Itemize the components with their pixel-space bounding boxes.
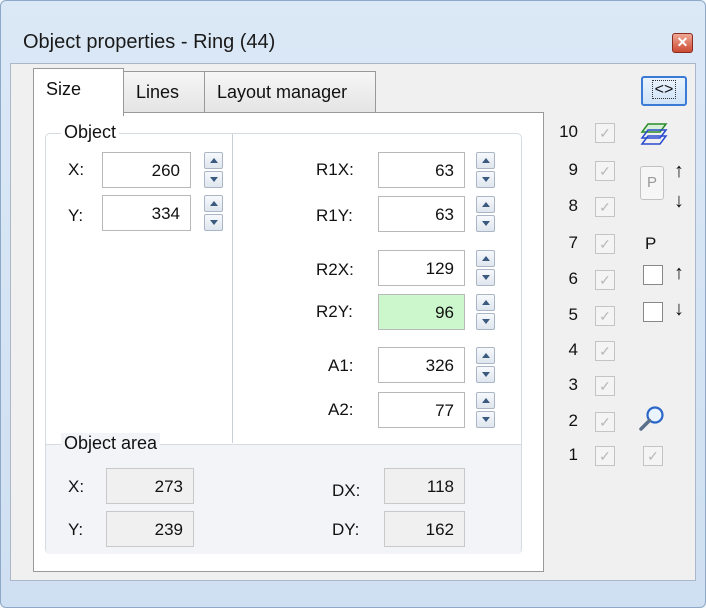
layer-number: 1 (568, 445, 578, 464)
y-spin-up[interactable] (204, 195, 223, 212)
x-input[interactable]: 260 (102, 152, 191, 188)
window-title: Object properties - Ring (44) (23, 31, 276, 53)
x-spinner[interactable] (204, 152, 223, 188)
layer-checkbox-7[interactable]: ✓ (595, 234, 615, 254)
r2y-input[interactable]: 96 (378, 294, 465, 330)
divider (10, 580, 696, 581)
tab-lines-label: Lines (136, 82, 180, 102)
y-label: Y: (68, 206, 84, 225)
layer-checkbox-10[interactable]: ✓ (595, 123, 615, 143)
layer-number: 4 (568, 340, 578, 359)
r1y-spin-up[interactable] (476, 196, 495, 213)
arrow-up-icon: ↑ (674, 262, 684, 284)
p-label: P (645, 234, 657, 253)
r2y-spinner[interactable] (476, 294, 495, 330)
r2x-spin-up[interactable] (476, 250, 495, 267)
tab-layout-manager[interactable]: Layout manager (204, 71, 376, 113)
group-divider (232, 134, 233, 443)
area-x-label: X: (68, 477, 85, 496)
r1x-spin-up[interactable] (476, 152, 495, 169)
arrow-up-icon: ↑ (674, 160, 684, 182)
r1y-spin-down[interactable] (476, 215, 495, 232)
layer-number: 6 (568, 269, 578, 288)
a1-spin-down[interactable] (476, 366, 495, 383)
a1-spin-up[interactable] (476, 347, 495, 364)
layers-icon[interactable] (640, 121, 668, 147)
layer-checkbox-5[interactable]: ✓ (595, 306, 615, 326)
move-up-checkbox[interactable]: ✓ (643, 265, 663, 285)
a1-spinner[interactable] (476, 347, 495, 383)
close-icon: ✕ (676, 34, 689, 50)
close-button[interactable]: ✕ (672, 33, 693, 53)
arrow-down-icon: ↓ (674, 298, 684, 320)
layer-number: 5 (568, 305, 578, 324)
r1x-spinner[interactable] (476, 152, 495, 188)
a1-label: A1: (328, 356, 354, 375)
object-area-legend: Object area (61, 433, 161, 454)
x-spin-up[interactable] (204, 152, 223, 169)
area-y-label: Y: (68, 520, 84, 539)
layer-checkbox-6[interactable]: ✓ (595, 270, 615, 290)
r1y-spinner[interactable] (476, 196, 495, 232)
y-spin-down[interactable] (204, 214, 223, 231)
a2-spin-up[interactable] (476, 392, 495, 409)
r2y-spin-up[interactable] (476, 294, 495, 311)
area-y-value: 239 (106, 511, 194, 547)
layer-number: 10 (559, 122, 578, 141)
layer-checkbox-9[interactable]: ✓ (595, 161, 615, 181)
magnifier-icon[interactable] (638, 404, 666, 432)
r1x-spin-down[interactable] (476, 171, 495, 188)
r2x-spinner[interactable] (476, 250, 495, 286)
a2-input[interactable]: 77 (378, 392, 465, 428)
a2-spin-down[interactable] (476, 411, 495, 428)
layer-number: 2 (568, 411, 578, 430)
layer-number: 9 (568, 160, 578, 179)
layer-checkbox-2[interactable]: ✓ (595, 412, 615, 432)
layer-checkbox-8[interactable]: ✓ (595, 197, 615, 217)
dy-value: 162 (384, 511, 465, 547)
p-button[interactable]: P (640, 166, 664, 200)
arrow-down-icon: ↓ (674, 190, 684, 212)
tab-lines[interactable]: Lines (123, 71, 205, 113)
layer-number: 8 (568, 196, 578, 215)
dy-label: DY: (332, 520, 360, 539)
a1-input[interactable]: 326 (378, 347, 465, 383)
a2-spinner[interactable] (476, 392, 495, 428)
r1x-input[interactable]: 63 (378, 152, 465, 188)
object-legend: Object (61, 122, 120, 143)
dx-value: 118 (384, 468, 465, 504)
r1y-label: R1Y: (316, 206, 353, 225)
dx-label: DX: (332, 481, 361, 500)
y-input[interactable]: 334 (102, 195, 191, 231)
tab-size-label: Size (46, 79, 82, 99)
x-label: X: (68, 160, 85, 179)
r1x-label: R1X: (316, 160, 354, 179)
area-x-value: 273 (106, 468, 194, 504)
a2-label: A2: (328, 400, 354, 419)
r2y-spin-down[interactable] (476, 313, 495, 330)
move-down-checkbox[interactable]: ✓ (643, 302, 663, 322)
layer-number: 3 (568, 375, 578, 394)
layer-checkbox-4[interactable]: ✓ (595, 341, 615, 361)
y-spinner[interactable] (204, 195, 223, 231)
swap-button[interactable]: <> (641, 76, 687, 106)
r2y-label: R2Y: (316, 302, 353, 321)
zoom-checkbox[interactable]: ✓ (643, 446, 663, 466)
r2x-label: R2X: (316, 260, 354, 279)
x-spin-down[interactable] (204, 171, 223, 188)
tab-size[interactable]: Size (33, 68, 124, 116)
layer-number: 7 (568, 233, 578, 252)
layer-checkbox-1[interactable]: ✓ (595, 446, 615, 466)
r2x-input[interactable]: 129 (378, 250, 465, 286)
r1y-input[interactable]: 63 (378, 196, 465, 232)
r2x-spin-down[interactable] (476, 269, 495, 286)
tab-layout-manager-label: Layout manager (217, 82, 348, 102)
layer-checkbox-3[interactable]: ✓ (595, 376, 615, 396)
title-bar[interactable]: Object properties - Ring (44) ✕ (1, 1, 705, 63)
swap-button-label: <> (651, 80, 677, 99)
p-button-label: P (646, 174, 657, 191)
